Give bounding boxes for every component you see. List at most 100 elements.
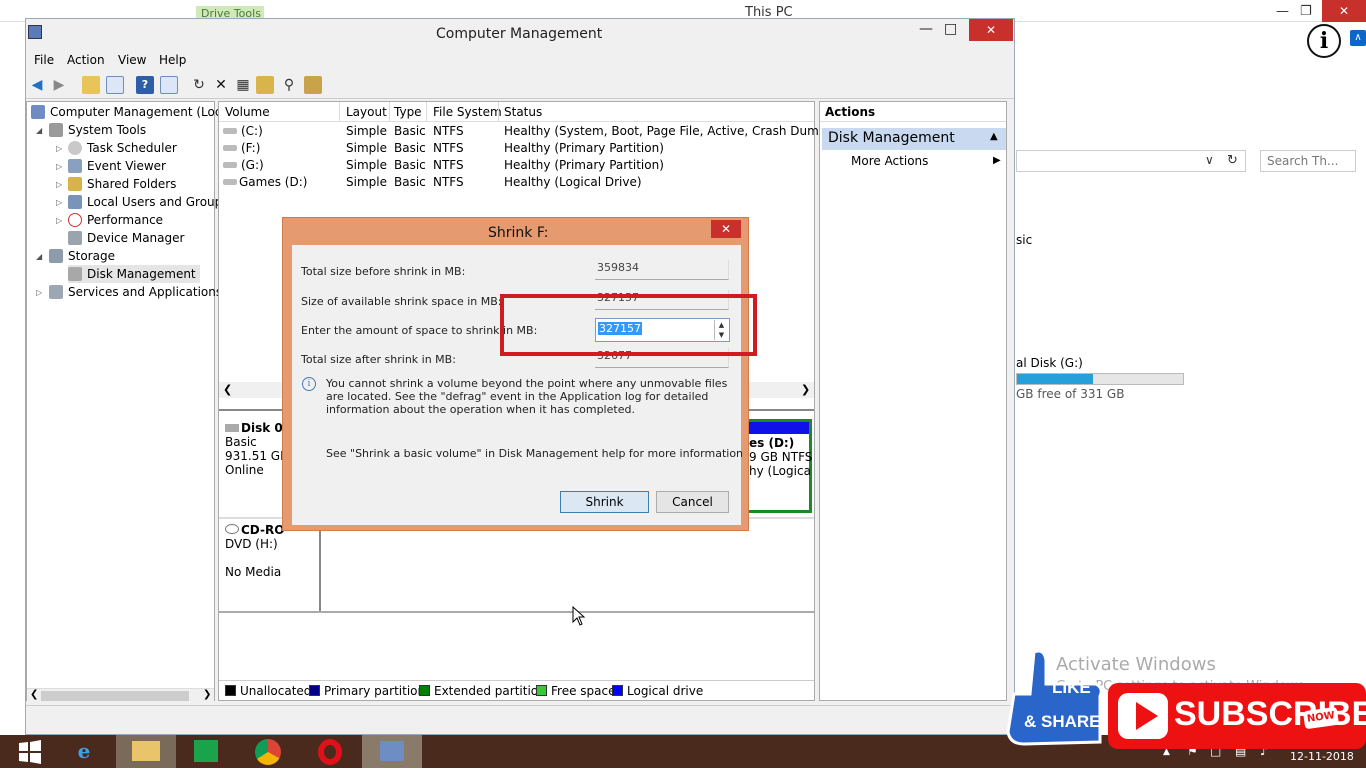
volume-row[interactable]: (C:) Simple Basic NTFS Healthy (System, … bbox=[221, 123, 861, 140]
column-layout[interactable]: Layout bbox=[346, 105, 387, 119]
legend-label: Unallocated bbox=[240, 684, 312, 698]
actions-section-disk-management[interactable]: Disk Management ▲ bbox=[822, 128, 1006, 150]
show-hide-action-pane-icon[interactable] bbox=[160, 76, 178, 94]
menu-help[interactable]: Help bbox=[159, 53, 186, 67]
maximize-button[interactable]: □ bbox=[944, 21, 957, 37]
refresh-icon[interactable]: ↻ bbox=[190, 76, 208, 94]
computer-icon bbox=[31, 105, 45, 119]
settings-icon[interactable] bbox=[304, 76, 322, 94]
cdrom-info[interactable]: CD-RO DVD (H:) No Media bbox=[225, 523, 321, 611]
tree-item-shared-folders[interactable]: Shared Folders bbox=[68, 175, 176, 193]
up-folder-icon[interactable] bbox=[82, 76, 100, 94]
tree-item-storage[interactable]: Storage bbox=[49, 247, 115, 265]
disk0-name: Disk 0 bbox=[241, 421, 283, 435]
file-explorer-icon[interactable] bbox=[116, 735, 176, 768]
opera-icon[interactable] bbox=[300, 735, 360, 768]
volume-row[interactable]: (G:) Simple Basic NTFS Healthy (Primary … bbox=[221, 157, 814, 174]
tree-item-services[interactable]: Services and Applications bbox=[49, 283, 222, 301]
volume-row[interactable]: (F:) Simple Basic NTFS Healthy (Primary … bbox=[221, 140, 814, 157]
volume-row[interactable]: Games (D:) Simple Basic NTFS Healthy (Lo… bbox=[221, 174, 814, 191]
tree-item-performance[interactable]: Performance bbox=[68, 211, 163, 229]
volume-name: (C:) bbox=[241, 124, 263, 138]
volume-status: Healthy (Logical Drive) bbox=[504, 175, 642, 189]
column-volume[interactable]: Volume bbox=[225, 105, 270, 119]
chevron-down-icon[interactable]: ∨ bbox=[1205, 153, 1214, 167]
search-icon[interactable]: ⚲ bbox=[280, 76, 298, 94]
properties-icon[interactable]: ▦ bbox=[234, 76, 252, 94]
available-shrink-label: Size of available shrink space in MB: bbox=[301, 295, 502, 308]
scroll-left-icon[interactable]: ❮ bbox=[30, 689, 38, 700]
help-chevron-icon[interactable]: ∧ bbox=[1350, 30, 1366, 46]
tree-item-local-users[interactable]: Local Users and Groups bbox=[68, 193, 229, 211]
internet-explorer-icon[interactable]: e bbox=[54, 735, 114, 768]
tree-item-disk-management[interactable]: Disk Management bbox=[68, 265, 200, 283]
minimize-button[interactable]: — bbox=[919, 21, 933, 37]
column-type[interactable]: Type bbox=[394, 105, 422, 119]
expand-icon[interactable]: ◢ bbox=[36, 252, 42, 261]
back-icon[interactable]: ◀ bbox=[28, 76, 46, 94]
tree-item-task-scheduler[interactable]: Task Scheduler bbox=[68, 139, 177, 157]
expand-icon[interactable]: ▷ bbox=[56, 198, 62, 207]
explorer-search-input[interactable]: Search Th... bbox=[1260, 150, 1356, 172]
column-divider bbox=[389, 102, 390, 122]
forward-icon[interactable]: ▶ bbox=[50, 76, 68, 94]
highlight-annotation-box bbox=[500, 294, 757, 356]
explorer-maximize-button[interactable]: ❐ bbox=[1300, 4, 1312, 19]
tree-item-system-tools[interactable]: System Tools bbox=[49, 121, 146, 139]
scroll-right-icon[interactable]: ❯ bbox=[203, 689, 211, 700]
column-divider bbox=[339, 102, 340, 122]
expand-icon[interactable]: ▷ bbox=[56, 180, 62, 189]
chrome-icon[interactable] bbox=[238, 735, 298, 768]
disk-icon bbox=[225, 424, 239, 432]
shrink-help-text[interactable]: See "Shrink a basic volume" in Disk Mana… bbox=[326, 447, 743, 460]
cancel-button[interactable]: Cancel bbox=[656, 491, 729, 513]
chrome-logo-icon bbox=[255, 739, 281, 765]
explorer-close-button[interactable]: ✕ bbox=[1322, 0, 1366, 22]
menu-view[interactable]: View bbox=[118, 53, 146, 67]
legend-free-space: Free space bbox=[536, 684, 615, 698]
help-icon[interactable]: ? bbox=[136, 76, 154, 94]
explorer-minimize-button[interactable]: — bbox=[1276, 4, 1289, 19]
drive-g-label[interactable]: al Disk (G:) bbox=[1016, 356, 1083, 370]
legend-label: Logical drive bbox=[627, 684, 704, 698]
shrink-button[interactable]: Shrink bbox=[560, 491, 649, 513]
dialog-close-button[interactable]: ✕ bbox=[711, 220, 741, 238]
partition-games-d[interactable]: es (D:) 9 GB NTFS hy (Logica bbox=[746, 419, 812, 513]
expand-icon[interactable]: ▷ bbox=[56, 216, 62, 225]
expand-icon[interactable]: ▷ bbox=[36, 288, 42, 297]
info-icon[interactable]: i bbox=[1307, 24, 1341, 58]
volume-type: Basic bbox=[394, 158, 426, 172]
cdrom-drive: DVD (H:) bbox=[225, 537, 278, 551]
volume-name: (G:) bbox=[241, 158, 264, 172]
show-hide-tree-icon[interactable] bbox=[106, 76, 124, 94]
close-button[interactable]: ✕ bbox=[969, 19, 1013, 41]
expand-icon[interactable]: ◢ bbox=[36, 126, 42, 135]
device-manager-icon bbox=[68, 231, 82, 245]
tree-root[interactable]: Computer Management (Local bbox=[31, 103, 232, 121]
column-file-system[interactable]: File System bbox=[433, 105, 502, 119]
scroll-right-icon[interactable]: ❯ bbox=[801, 383, 810, 396]
expand-icon[interactable]: ▷ bbox=[56, 144, 62, 153]
folder-icon bbox=[132, 741, 160, 761]
column-status[interactable]: Status bbox=[504, 105, 542, 119]
tree-horizontal-scrollbar[interactable]: ❮ ❯ bbox=[27, 688, 214, 702]
store-icon[interactable] bbox=[176, 735, 236, 768]
scroll-left-icon[interactable]: ❮ bbox=[223, 383, 232, 396]
subscribe-badge[interactable]: SUBSCRIBE NOW bbox=[1108, 683, 1366, 749]
clock-date: 12-11-2018 bbox=[1290, 750, 1354, 763]
tree-item-event-viewer[interactable]: Event Viewer bbox=[68, 157, 166, 175]
refresh-icon[interactable]: ↻ bbox=[1227, 153, 1238, 168]
open-icon[interactable] bbox=[256, 76, 274, 94]
computer-management-taskbar-icon[interactable] bbox=[362, 735, 422, 768]
dialog-title: Shrink F: bbox=[488, 225, 549, 241]
expand-icon[interactable]: ▷ bbox=[56, 162, 62, 171]
tree-item-device-manager[interactable]: Device Manager bbox=[68, 229, 184, 247]
collapse-icon[interactable]: ▲ bbox=[990, 131, 998, 142]
volume-layout: Simple bbox=[346, 141, 387, 155]
menu-file[interactable]: File bbox=[34, 53, 54, 67]
start-button[interactable] bbox=[0, 735, 60, 768]
more-actions[interactable]: More Actions ▶ bbox=[851, 154, 1001, 168]
menu-action[interactable]: Action bbox=[67, 53, 105, 67]
delete-icon[interactable]: ✕ bbox=[212, 76, 230, 94]
tree-scroll-thumb[interactable] bbox=[41, 691, 189, 701]
